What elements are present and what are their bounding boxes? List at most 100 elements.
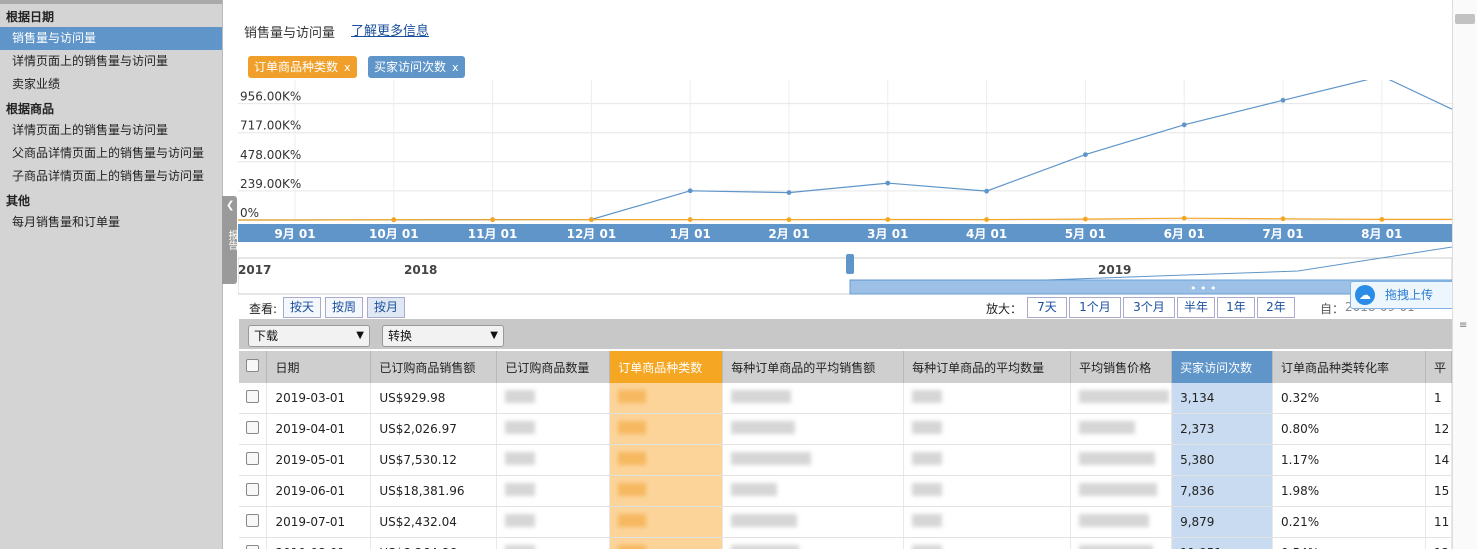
x-tick-label: 1月 01 [670, 227, 711, 241]
convert-label: 转换 [388, 329, 413, 343]
cell-conversion: 0.32% [1272, 383, 1426, 414]
table-row[interactable]: 2019-04-01 US$2,026.97 2,373 0.80% 12 [239, 413, 1452, 445]
cell-ordered-items-redacted [609, 506, 724, 538]
view-by-month-button[interactable]: 按月 [367, 297, 406, 318]
redacted-value [1079, 390, 1170, 403]
close-icon[interactable]: x [344, 61, 351, 74]
cell-sales: US$8,264.86 [370, 537, 498, 549]
series-point [687, 217, 693, 222]
navigator-year-label: 2017 [238, 263, 271, 277]
row-checkbox[interactable] [239, 506, 268, 538]
col-header-sessions[interactable]: 买家访问次数 [1171, 351, 1274, 383]
sidebar-item-asin-detail-page[interactable]: 详情页面上的销售量与访问量 [0, 119, 222, 142]
col-header-conversion[interactable]: 订单商品种类转化率 [1272, 351, 1426, 383]
sidebar-item-seller-performance[interactable]: 卖家业绩 [0, 73, 222, 96]
checkbox-icon [245, 421, 259, 434]
learn-more-link[interactable]: 了解更多信息 [351, 20, 429, 39]
drag-upload-button[interactable]: ☁ 拖拽上传 [1350, 281, 1452, 309]
zoom-1m-button[interactable]: 1个月 [1069, 297, 1121, 318]
zoom-6m-button[interactable]: 半年 [1177, 297, 1215, 318]
table-row[interactable]: 2019-06-01 US$18,381.96 7,836 1.98% 15 [239, 475, 1452, 507]
cell-avg-sales-redacted [722, 383, 905, 414]
cell-avg-units-redacted [903, 475, 1072, 507]
sidebar-item-sales-traffic[interactable]: 销售量与访问量 [0, 27, 222, 50]
zoom-3m-button[interactable]: 3个月 [1123, 297, 1175, 318]
redacted-value [912, 390, 943, 403]
sidebar-item-parent-asin-detail[interactable]: 父商品详情页面上的销售量与访问量 [0, 142, 222, 165]
sidebar-item-detail-page-sales[interactable]: 详情页面上的销售量与访问量 [0, 50, 222, 73]
series-point [885, 180, 891, 186]
redacted-value [618, 452, 647, 465]
checkbox-icon [245, 514, 259, 527]
sidebar-item-monthly-sales-orders[interactable]: 每月销售量和订单量 [0, 211, 222, 234]
zoom-label: 放大： [986, 302, 1023, 316]
zoom-2y-button[interactable]: 2年 [1257, 297, 1295, 318]
cell-avg-price-redacted [1070, 475, 1173, 507]
col-header-avg-price[interactable]: 平均销售价格 [1070, 351, 1173, 383]
view-by-week-button[interactable]: 按周 [325, 297, 364, 318]
table-row[interactable]: 2019-07-01 US$2,432.04 9,879 0.21% 11 [239, 506, 1452, 538]
cell-conversion: 1.17% [1272, 444, 1426, 476]
table-row[interactable]: 2019-05-01 US$7,530.12 5,380 1.17% 14 [239, 444, 1452, 476]
checkbox-icon [245, 483, 259, 496]
navigator-handle[interactable] [846, 254, 854, 274]
zoom-7d-button[interactable]: 7天 [1027, 297, 1067, 318]
cell-date: 2019-08-01 [266, 537, 372, 549]
col-header-avg-sales-per-item[interactable]: 每种订单商品的平均销售额 [722, 351, 905, 383]
col-header-date[interactable]: 日期 [266, 351, 372, 383]
redacted-value [618, 390, 647, 403]
sidebar-item-child-asin-detail[interactable]: 子商品详情页面上的销售量与访问量 [0, 165, 222, 188]
select-all-checkbox[interactable] [239, 351, 268, 383]
metric-chip-ordered-items[interactable]: 订单商品种类数 x [248, 56, 357, 78]
data-table: 日期 已订购商品销售额 已订购商品数量 订单商品种类数 每种订单商品的平均销售额… [239, 351, 1452, 549]
navigator-grip-icon: • • • [1190, 282, 1216, 295]
cell-avg-sales-redacted [722, 537, 905, 549]
cell-units-redacted [496, 537, 611, 549]
col-header-units[interactable]: 已订购商品数量 [496, 351, 611, 383]
cell-sales: US$18,381.96 [370, 475, 498, 507]
cell-units-redacted [496, 383, 611, 414]
cell-truncated: 12 [1425, 413, 1452, 445]
table-row[interactable]: 2019-03-01 US$929.98 3,134 0.32% 1 [239, 383, 1452, 414]
sidebar-collapse-tab[interactable]: ❮ 报告 [222, 196, 237, 284]
col-header-truncated[interactable]: 平 [1425, 351, 1452, 383]
checkbox-icon [245, 359, 259, 372]
view-by-day-button[interactable]: 按天 [283, 297, 322, 318]
table-toolbar: 下载 ▼ 转换 ▼ [239, 319, 1452, 349]
redacted-value [731, 452, 812, 465]
col-header-ordered-items[interactable]: 订单商品种类数 [609, 351, 724, 383]
cell-avg-sales-redacted [722, 475, 905, 507]
row-checkbox[interactable] [239, 413, 268, 445]
chip-label: 买家访问次数 [374, 60, 447, 74]
scrollbar-thumb[interactable] [1455, 14, 1475, 24]
chart-series [238, 80, 1452, 223]
row-checkbox[interactable] [239, 383, 268, 414]
download-select[interactable]: 下载 ▼ [248, 325, 370, 347]
cell-conversion: 0.54% [1272, 537, 1426, 549]
cell-sessions: 9,879 [1171, 506, 1274, 538]
row-checkbox[interactable] [239, 537, 268, 549]
cell-sales: US$7,530.12 [370, 444, 498, 476]
series-point [391, 217, 397, 223]
col-header-avg-units-per-item[interactable]: 每种订单商品的平均数量 [903, 351, 1072, 383]
cell-avg-units-redacted [903, 537, 1072, 549]
zoom-1y-button[interactable]: 1年 [1217, 297, 1255, 318]
row-checkbox[interactable] [239, 475, 268, 507]
cell-units-redacted [496, 475, 611, 507]
cell-ordered-items-redacted [609, 444, 724, 476]
cell-truncated: 12 [1425, 537, 1452, 549]
col-header-sales[interactable]: 已订购商品销售额 [370, 351, 498, 383]
chevron-left-icon: ❮ [226, 200, 235, 211]
series-point [786, 217, 792, 223]
chart-gridlines [238, 80, 1452, 221]
redacted-value [912, 483, 943, 496]
redacted-value [912, 452, 943, 465]
table-row[interactable]: 2019-08-01US$8,264.86 11,9510.54%12 [239, 537, 1452, 549]
collapse-tab-label: 报告 [226, 230, 237, 250]
close-icon[interactable]: x [452, 61, 459, 74]
convert-select[interactable]: 转换 ▼ [382, 325, 504, 347]
metric-chip-sessions[interactable]: 买家访问次数 x [368, 56, 465, 78]
row-checkbox[interactable] [239, 444, 268, 476]
page-scrollbar[interactable]: ≡ [1452, 0, 1477, 549]
redacted-value [505, 545, 536, 549]
